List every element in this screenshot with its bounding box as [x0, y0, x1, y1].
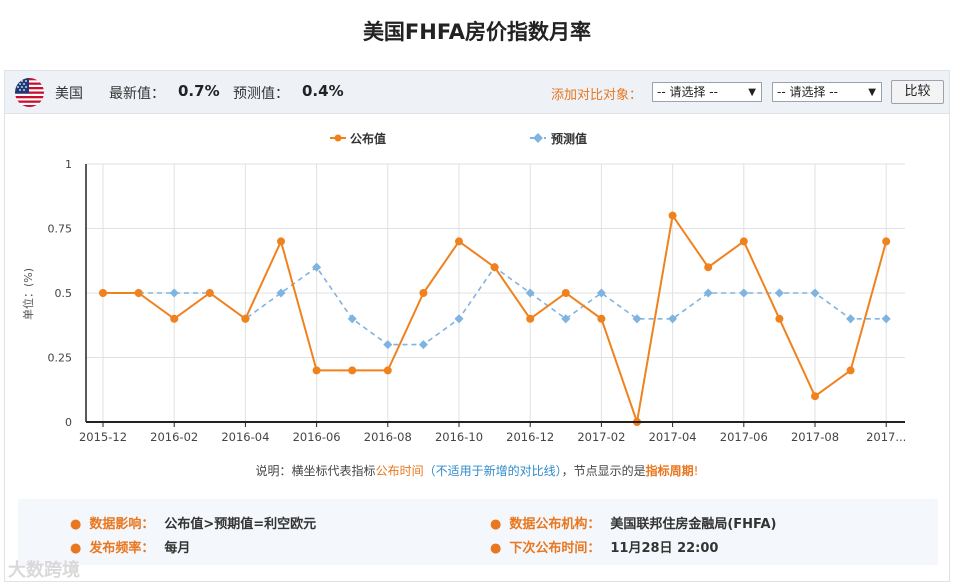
forecast-point [347, 314, 357, 324]
x-tick-label: 2017-08 [791, 430, 839, 444]
info-impact-value: 公布值>预期值=利空欧元 [164, 517, 317, 532]
actual-line [103, 213, 888, 423]
y-tick-labels: 0 0.25 0.5 0.75 1 [48, 158, 73, 429]
x-tick-label: 2016-08 [364, 430, 412, 444]
actual-point [490, 263, 499, 272]
actual-point [455, 237, 463, 246]
x-tick-label: 2015-12 [79, 430, 127, 444]
y-tick-label: 0.75 [48, 223, 73, 236]
forecast-point [810, 288, 820, 298]
line-chart: 公布值 预测值 单位：(%) 0 0.25 0.5 0.75 1 2015-12 2016… [21, 131, 906, 444]
x-tick-labels: 2015-12 2016-02 2016-04 2016-06 2016-08 2016-… [79, 430, 906, 444]
actual-point [170, 314, 179, 323]
forecast-point [846, 314, 856, 324]
chart-note: 说明：横坐标代表指标公布时间（不适用于新增的对比线），节点显示的是指标周期! [0, 462, 954, 479]
legend-actual-marker [334, 134, 342, 142]
bullet-icon: ● [70, 517, 82, 532]
y-tick-label: 0.5 [55, 287, 73, 300]
note-part-4: ，节点显示的是 [561, 464, 646, 478]
series-forecast [98, 262, 891, 350]
actual-point [882, 237, 891, 246]
actual-point [277, 237, 285, 246]
info-next-label: 下次公布时间： [509, 541, 601, 556]
actual-point [704, 263, 713, 272]
note-part-1: 说明：横坐标代表指标 [255, 464, 376, 478]
legend-forecast-marker [533, 133, 543, 143]
bullet-icon: ● [490, 541, 502, 556]
info-box: ● 数据影响： 公布值>预期值=利空欧元 ● 数据公布机构： 美国联邦住房金融局(FHF… [18, 499, 938, 565]
actual-point [241, 314, 250, 323]
info-next-release: ● 下次公布时间： 11月28日 22:00 [490, 537, 718, 556]
actual-point [419, 289, 428, 297]
forecast-point [774, 288, 784, 298]
y-tick-label: 0.25 [48, 352, 73, 365]
note-part-3: （不适用于新增的对比线） [423, 464, 562, 478]
y-tick-label: 1 [65, 158, 72, 171]
x-tick-label: 2016-04 [221, 430, 269, 444]
x-tick-label: 2017-04 [649, 430, 697, 444]
bullet-icon: ● [70, 541, 82, 556]
legend-actual-label[interactable]: 公布值 [350, 131, 386, 146]
info-impact-label: 数据影响： [89, 517, 155, 532]
actual-point [775, 314, 784, 323]
forecast-line [103, 266, 887, 346]
actual-point [134, 289, 143, 297]
x-tick-label: 2016-10 [435, 430, 483, 444]
note-part-6: ! [693, 464, 699, 478]
info-frequency-value: 每月 [164, 541, 191, 556]
forecast-point [169, 288, 179, 298]
bullet-icon: ● [490, 517, 502, 532]
y-axis-label: 单位：(%) [21, 268, 35, 320]
watermark: 大数跨境 [8, 560, 80, 581]
x-tick-label: 2016-02 [150, 430, 198, 444]
actual-point [312, 366, 321, 375]
forecast-point [418, 340, 428, 350]
legend-forecast-label[interactable]: 预测值 [551, 131, 587, 146]
actual-point [846, 366, 855, 375]
x-tick-label: 2017... [866, 430, 906, 444]
forecast-point [383, 340, 393, 350]
info-frequency-label: 发布频率： [89, 541, 155, 556]
y-tick-label: 0 [65, 416, 72, 429]
actual-point [99, 289, 107, 297]
series-actual [99, 211, 891, 426]
info-agency-label: 数据公布机构： [509, 517, 601, 532]
forecast-point [881, 314, 891, 324]
actual-point [383, 366, 392, 375]
x-tick-label: 2017-06 [720, 430, 768, 444]
actual-point [348, 366, 357, 375]
forecast-point [739, 288, 749, 298]
actual-point [668, 211, 677, 220]
info-next-value: 11月28日 22:00 [610, 541, 719, 556]
note-part-5: 指标周期 [645, 464, 694, 478]
actual-point [561, 289, 570, 297]
actual-point [597, 314, 606, 323]
info-frequency: ● 发布频率： 每月 [70, 537, 190, 556]
note-part-2: 公布时间 [375, 464, 424, 478]
actual-point [526, 314, 535, 323]
x-tick-label: 2016-12 [506, 430, 554, 444]
x-tick-label: 2017-02 [577, 430, 625, 444]
chart-legend: 公布值 预测值 [330, 131, 587, 146]
actual-point [811, 392, 819, 401]
x-tick-label: 2016-06 [293, 430, 341, 444]
info-agency: ● 数据公布机构： 美国联邦住房金融局(FHFA) [490, 513, 776, 532]
forecast-point [454, 314, 464, 324]
actual-point [205, 289, 214, 297]
info-impact: ● 数据影响： 公布值>预期值=利空欧元 [70, 513, 316, 532]
info-agency-value: 美国联邦住房金融局(FHFA) [610, 517, 777, 532]
actual-point [739, 237, 748, 246]
